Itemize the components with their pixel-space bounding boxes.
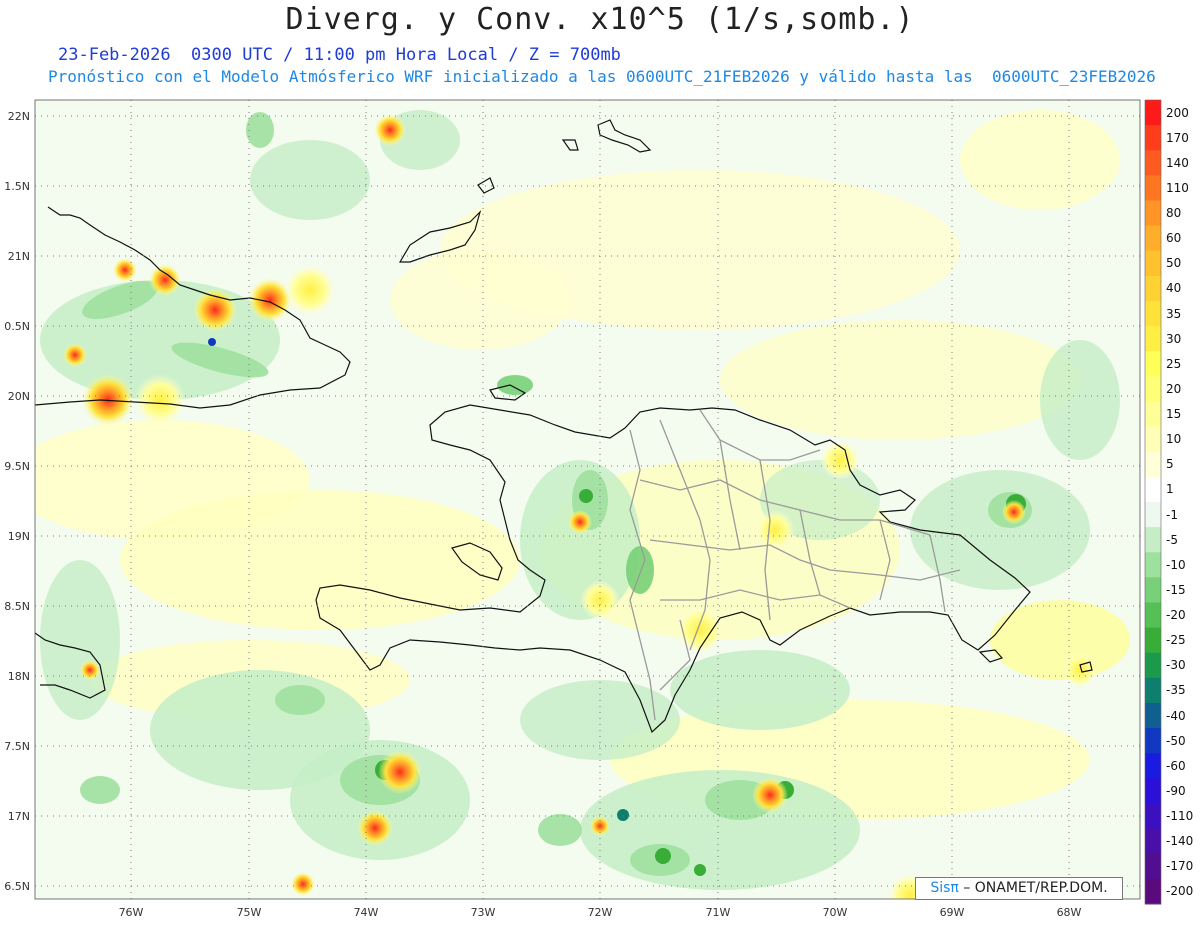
colorbar-label: -30 — [1166, 658, 1186, 673]
colorbar-label: -50 — [1166, 733, 1186, 748]
lat-label: 8.5N — [4, 600, 30, 613]
colorbar-label: 40 — [1166, 281, 1182, 296]
colorbar-label: 25 — [1166, 356, 1182, 371]
colorbar-label: -20 — [1166, 608, 1186, 623]
colorbar-swatch — [1145, 803, 1161, 830]
colorbar-label: 35 — [1166, 306, 1182, 321]
lat-labels: 22N 1.5N 21N 0.5N 20N 9.5N 19N 8.5N 18N … — [4, 110, 30, 893]
lat-label: 21N — [8, 250, 30, 263]
credit-text: – ONAMET/REP.DOM. — [963, 880, 1108, 896]
colorbar-swatch — [1145, 552, 1161, 578]
colorbar-label: -15 — [1166, 582, 1186, 597]
colorbar-swatch — [1145, 828, 1161, 855]
colorbar-swatch — [1145, 652, 1161, 679]
colorbar-swatch — [1145, 527, 1161, 553]
lat-label: 19N — [8, 530, 30, 543]
colorbar-swatch — [1145, 577, 1161, 604]
colorbar-swatch — [1145, 426, 1161, 453]
colorbar-label: 30 — [1166, 331, 1182, 346]
colorbar-swatch — [1145, 401, 1161, 428]
colorbar-swatch — [1145, 502, 1161, 528]
colorbar-swatch — [1145, 225, 1161, 252]
credit-brand: Sisπ — [930, 880, 959, 896]
colorbar-label: -60 — [1166, 758, 1186, 773]
colorbar-label: 10 — [1166, 432, 1182, 447]
colorbar — [1144, 99, 1162, 905]
lon-label: 69W — [940, 906, 965, 919]
colorbar-label: 15 — [1166, 407, 1182, 422]
lat-label: 0.5N — [4, 320, 30, 333]
colorbar-label: -10 — [1166, 557, 1186, 572]
colorbar-label: 1 — [1166, 482, 1174, 497]
colorbar-label: 5 — [1166, 457, 1174, 472]
colorbar-swatch — [1145, 351, 1161, 377]
colorbar-swatch — [1145, 878, 1161, 905]
lon-label: 73W — [471, 906, 496, 919]
colorbar-swatch — [1145, 326, 1161, 352]
colorbar-swatch — [1145, 100, 1161, 126]
lon-label: 75W — [237, 906, 262, 919]
colorbar-label: 60 — [1166, 231, 1182, 246]
colorbar-label: 200 — [1166, 105, 1189, 120]
colorbar-swatch — [1145, 627, 1161, 654]
colorbar-swatch — [1145, 301, 1161, 327]
colorbar-swatch — [1145, 200, 1161, 227]
colorbar-label: 20 — [1166, 381, 1182, 396]
lat-label: 9.5N — [4, 460, 30, 473]
lat-label: 7.5N — [4, 740, 30, 753]
colorbar-swatch — [1145, 376, 1161, 403]
colorbar-label: 140 — [1166, 155, 1189, 170]
lat-label: 18N — [8, 670, 30, 683]
lon-label: 71W — [706, 906, 731, 919]
lat-label: 17N — [8, 810, 30, 823]
colorbar-label: -200 — [1166, 884, 1194, 899]
lon-label: 68W — [1057, 906, 1082, 919]
colorbar-label: 110 — [1166, 180, 1189, 195]
colorbar-label: -170 — [1166, 859, 1194, 874]
credit-box: Sisπ – ONAMET/REP.DOM. — [915, 877, 1123, 900]
divergence-map: 22N 1.5N 21N 0.5N 20N 9.5N 19N 8.5N 18N … — [4, 99, 1162, 919]
lon-label: 72W — [588, 906, 613, 919]
lon-labels: 76W 75W 74W 73W 72W 71W 70W 69W 68W — [119, 906, 1082, 919]
colorbar-swatch — [1145, 677, 1161, 704]
colorbar-label: -90 — [1166, 783, 1186, 798]
colorbar-label: 170 — [1166, 130, 1189, 145]
colorbar-swatch — [1145, 175, 1161, 202]
lon-label: 76W — [119, 906, 144, 919]
colorbar-label: 50 — [1166, 256, 1182, 271]
colorbar-swatch — [1145, 476, 1161, 503]
colorbar-swatch — [1145, 275, 1161, 302]
colorbar-label: 80 — [1166, 206, 1182, 221]
colorbar-label: -110 — [1166, 809, 1194, 824]
colorbar-swatch — [1145, 728, 1161, 754]
colorbar-label: -25 — [1166, 633, 1186, 648]
colorbar-swatch — [1145, 703, 1161, 729]
colorbar-swatch — [1145, 125, 1161, 151]
colorbar-swatch — [1145, 602, 1161, 629]
colorbar-label: -40 — [1166, 708, 1186, 723]
lon-label: 70W — [823, 906, 848, 919]
colorbar-swatch — [1145, 753, 1161, 779]
lat-label: 6.5N — [4, 880, 30, 893]
colorbar-label: -140 — [1166, 834, 1194, 849]
colorbar-swatch — [1145, 451, 1161, 478]
colorbar-label: -5 — [1166, 532, 1178, 547]
colorbar-label: -35 — [1166, 683, 1186, 698]
colorbar-swatch — [1145, 150, 1161, 176]
colorbar-swatch — [1145, 250, 1161, 277]
lon-label: 74W — [354, 906, 379, 919]
colorbar-swatch — [1145, 853, 1161, 880]
lat-label: 20N — [8, 390, 30, 403]
lat-label: 1.5N — [4, 180, 30, 193]
colorbar-swatch — [1145, 778, 1161, 805]
colorbar-label: -1 — [1166, 507, 1178, 522]
lat-label: 22N — [8, 110, 30, 123]
